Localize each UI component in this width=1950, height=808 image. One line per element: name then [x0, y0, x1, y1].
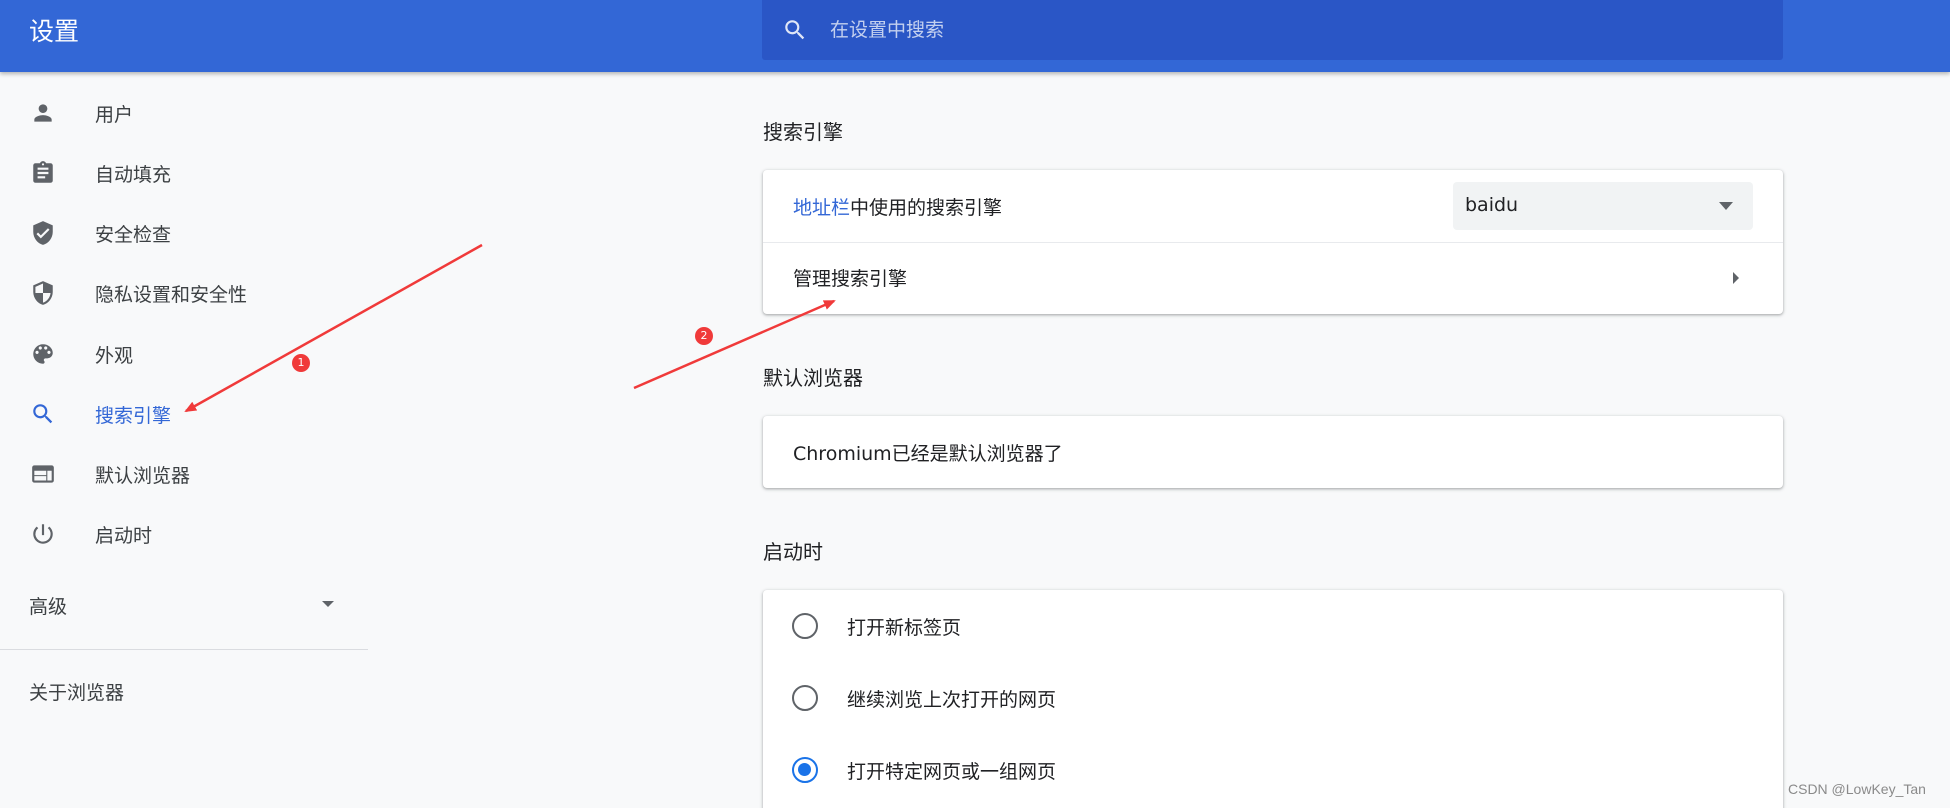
power-icon [29, 520, 57, 548]
caret-down-icon [322, 601, 334, 607]
manage-search-engines-label: 管理搜索引擎 [793, 268, 908, 290]
address-bar-engine-row: 地址栏中使用的搜索引擎 baidu [763, 170, 1783, 242]
settings-header: 设置 [0, 0, 1950, 72]
search-engine-select-value: baidu [1465, 194, 1519, 216]
manage-search-engines-row[interactable]: 管理搜索引擎 [763, 243, 1783, 314]
palette-icon [29, 340, 57, 368]
search-icon [29, 400, 57, 428]
startup-option-label: 打开新标签页 [847, 617, 962, 639]
radio-button-checked[interactable] [792, 757, 818, 783]
search-engine-card: 地址栏中使用的搜索引擎 baidu 管理搜索引擎 [763, 170, 1783, 314]
shield-half-icon [29, 279, 57, 307]
sidebar-item-label: 默认浏览器 [95, 464, 191, 487]
watermark: CSDN @LowKey_Tan [1788, 781, 1926, 797]
annotation-badge-2: 2 [695, 327, 713, 345]
on-startup-card: 打开新标签页 继续浏览上次打开的网页 打开特定网页或一组网页 [763, 590, 1783, 808]
sidebar-item-label: 搜索引擎 [95, 404, 172, 427]
person-icon [29, 99, 57, 127]
search-icon [785, 20, 805, 40]
sidebar-item-safety-check[interactable]: 安全检查 [0, 206, 370, 260]
sidebar-item-privacy[interactable]: 隐私设置和安全性 [0, 266, 370, 320]
startup-option-specific-pages[interactable]: 打开特定网页或一组网页 [763, 734, 1783, 806]
sidebar-item-search-engine[interactable]: 搜索引擎 [0, 387, 370, 441]
radio-button[interactable] [792, 613, 818, 639]
search-input[interactable] [830, 0, 1730, 60]
sidebar-item-default-browser[interactable]: 默认浏览器 [0, 447, 370, 501]
default-browser-status: Chromium已经是默认浏览器了 [793, 443, 1063, 465]
sidebar-item-label: 用户 [95, 103, 134, 126]
sidebar-item-on-startup[interactable]: 启动时 [0, 507, 370, 561]
caret-down-icon [1719, 202, 1733, 210]
address-bar-engine-label: 地址栏中使用的搜索引擎 [793, 193, 1002, 220]
startup-option-new-tab[interactable]: 打开新标签页 [763, 590, 1783, 662]
sidebar-item-label: 外观 [95, 344, 134, 367]
section-title-search-engine: 搜索引擎 [763, 120, 843, 144]
startup-option-label: 打开特定网页或一组网页 [847, 761, 1057, 783]
sidebar-item-label: 隐私设置和安全性 [95, 283, 248, 306]
section-title-default-browser: 默认浏览器 [763, 366, 863, 390]
browser-icon [29, 460, 57, 488]
advanced-label: 高级 [29, 596, 68, 618]
advanced-toggle[interactable]: 高级 [0, 578, 370, 632]
sidebar-item-label: 安全检查 [95, 223, 172, 246]
clipboard-icon [29, 159, 57, 187]
sidebar-item-user[interactable]: 用户 [0, 86, 370, 140]
shield-check-icon [29, 219, 57, 247]
address-bar-label-rest: 中使用的搜索引擎 [850, 197, 1003, 219]
sidebar-item-appearance[interactable]: 外观 [0, 327, 370, 381]
chevron-right-icon [1733, 272, 1739, 284]
startup-option-continue[interactable]: 继续浏览上次打开的网页 [763, 662, 1783, 734]
sidebar-item-autofill[interactable]: 自动填充 [0, 146, 370, 200]
sidebar: 用户 自动填充 安全检查 隐私设置和安全性 外观 搜索引擎 默认浏览器 启动时 … [0, 72, 370, 808]
search-engine-select[interactable]: baidu [1453, 182, 1753, 230]
annotation-badge-1: 1 [292, 354, 310, 372]
sidebar-divider [0, 649, 368, 650]
address-bar-link[interactable]: 地址栏 [793, 197, 850, 219]
page-title: 设置 [29, 17, 80, 46]
about-browser-link[interactable]: 关于浏览器 [29, 678, 124, 705]
sidebar-item-label: 自动填充 [95, 163, 172, 186]
section-title-on-startup: 启动时 [763, 540, 823, 564]
startup-option-label: 继续浏览上次打开的网页 [847, 689, 1057, 711]
sidebar-item-label: 启动时 [95, 524, 153, 547]
settings-search-box[interactable] [762, 0, 1783, 60]
radio-button[interactable] [792, 685, 818, 711]
default-browser-card: Chromium已经是默认浏览器了 [763, 416, 1783, 488]
